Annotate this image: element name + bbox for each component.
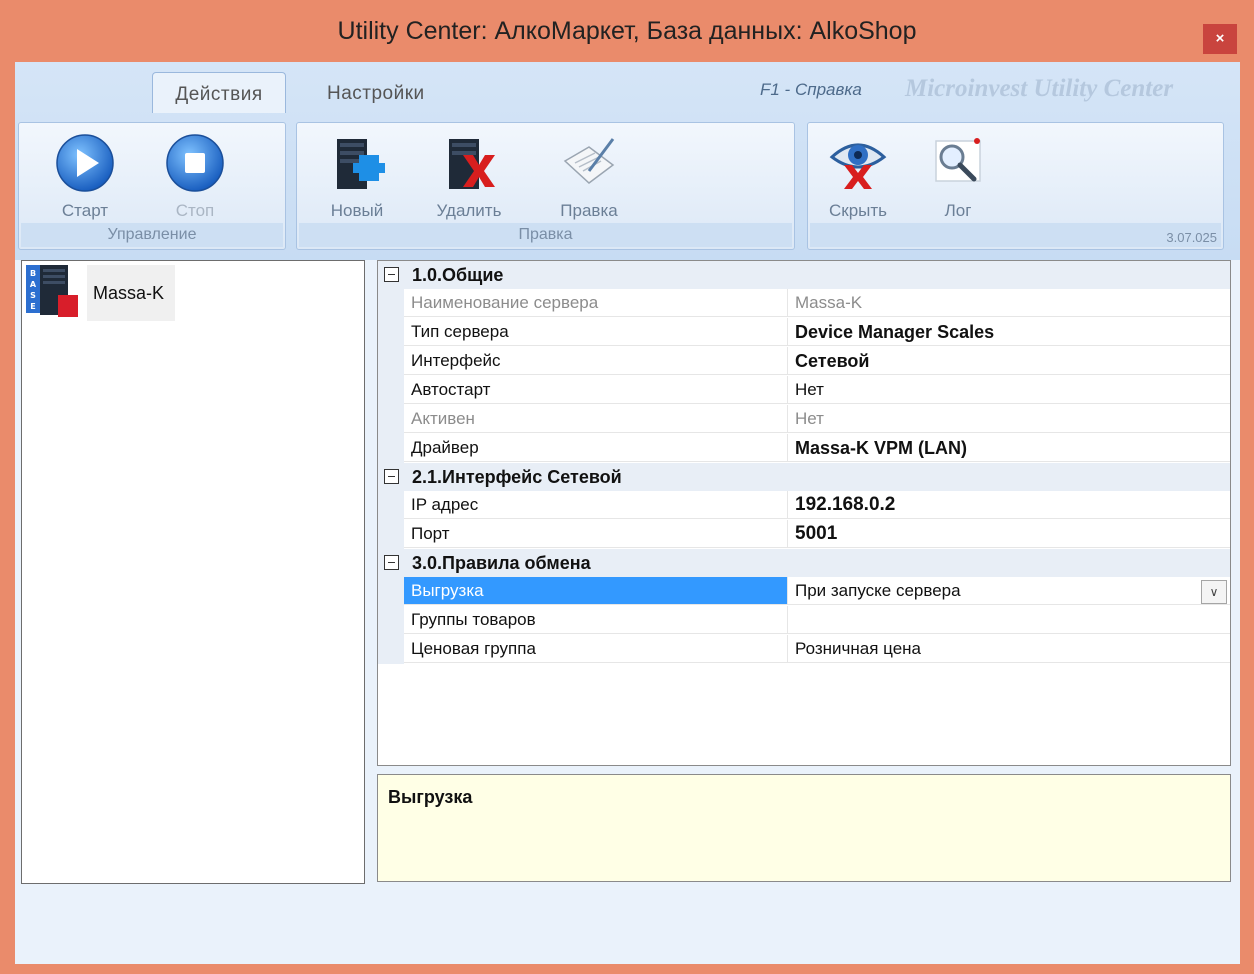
prop-value[interactable]: Massa-K VPM (LAN) (788, 434, 1230, 462)
svg-text:A: A (30, 280, 37, 289)
start-button[interactable]: Старт (55, 133, 115, 220)
ribbon-group-view: Скрыть Лог 3.07.025 (807, 122, 1224, 250)
status-bar (15, 892, 1240, 964)
server-delete-icon (449, 139, 495, 189)
prop-value[interactable]: Device Manager Scales (788, 318, 1230, 346)
prop-row-server-name[interactable]: Наименование сервера Massa-K (378, 289, 1230, 318)
prop-value: Нет (788, 405, 1230, 433)
prop-value[interactable]: Розничная цена (788, 635, 1230, 663)
group-title-control: Управление (21, 223, 283, 247)
edit-document-icon (563, 138, 615, 184)
prop-name: Наименование сервера (404, 289, 788, 317)
edit-button[interactable]: Правка (559, 133, 619, 220)
new-label: Новый (330, 201, 384, 220)
svg-text:B: B (30, 269, 36, 278)
hide-label: Скрыть (828, 201, 888, 220)
category-general[interactable]: 1.0.Общие (378, 261, 1230, 289)
collapse-icon[interactable] (384, 469, 399, 484)
prop-row-server-type[interactable]: Тип сервера Device Manager Scales (378, 318, 1230, 347)
prop-name: Драйвер (404, 434, 788, 462)
prop-name: Порт (404, 520, 788, 548)
eye-hide-icon (829, 143, 887, 189)
svg-text:S: S (30, 291, 36, 300)
category-title: 3.0.Правила обмена (412, 553, 591, 573)
collapse-icon[interactable] (384, 555, 399, 570)
prop-name: Ценовая группа (404, 635, 788, 663)
help-hint[interactable]: F1 - Справка (760, 80, 862, 100)
prop-row-product-groups[interactable]: Группы товаров (378, 606, 1230, 635)
app-window: Utility Center: АлкоМаркет, База данных:… (0, 0, 1254, 974)
group-title-edit: Правка (299, 223, 792, 247)
base-server-icon: B A S E (26, 265, 78, 317)
chevron-down-icon[interactable]: ∨ (1201, 580, 1227, 604)
new-button[interactable]: Новый (327, 133, 387, 220)
tree-item-label: Massa-K (87, 265, 175, 321)
category-exchange-rules[interactable]: 3.0.Правила обмена (378, 549, 1230, 577)
delete-button[interactable]: Удалить (437, 133, 501, 220)
client-area: Действия Настройки F1 - Справка Microinv… (15, 62, 1240, 964)
log-button[interactable]: Лог (928, 133, 988, 220)
category-title: 2.1.Интерфейс Сетевой (412, 467, 622, 487)
window-title: Utility Center: АлкоМаркет, База данных:… (337, 17, 917, 45)
property-grid[interactable]: 1.0.Общие Наименование сервера Massa-K Т… (377, 260, 1231, 766)
prop-row-port[interactable]: Порт 5001 (378, 520, 1230, 549)
prop-name: Активен (404, 405, 788, 433)
stop-button[interactable]: Стоп (165, 133, 225, 220)
prop-row-active[interactable]: Активен Нет (378, 405, 1230, 434)
play-icon (56, 134, 114, 192)
ribbon: Действия Настройки F1 - Справка Microinv… (15, 62, 1240, 260)
prop-name: Тип сервера (404, 318, 788, 346)
prop-name: Автостарт (404, 376, 788, 404)
prop-row-export[interactable]: Выгрузка При запуске сервера ∨ (378, 577, 1230, 606)
description-pane: Выгрузка (377, 774, 1231, 882)
tab-settings[interactable]: Настройки (327, 72, 457, 112)
hide-button[interactable]: Скрыть (828, 133, 888, 220)
prop-value[interactable]: 5001 (788, 520, 1230, 548)
prop-value[interactable]: 192.168.0.2 (788, 491, 1230, 519)
prop-name: Группы товаров (404, 606, 788, 634)
ribbon-group-edit: Новый Удалить Правка Правка (296, 122, 795, 250)
prop-name: IP адрес (404, 491, 788, 519)
prop-name: Выгрузка (404, 577, 788, 605)
log-label: Лог (944, 201, 972, 220)
stop-icon (166, 134, 224, 192)
start-label: Старт (61, 201, 109, 220)
prop-row-interface[interactable]: Интерфейс Сетевой (378, 347, 1230, 376)
version-label: 3.07.025 (1166, 230, 1217, 245)
prop-value[interactable]: Сетевой (788, 347, 1230, 375)
prop-row-driver[interactable]: Драйвер Massa-K VPM (LAN) (378, 434, 1230, 463)
close-button[interactable]: × (1203, 24, 1237, 54)
prop-row-autostart[interactable]: Автостарт Нет (378, 376, 1230, 405)
category-title: 1.0.Общие (412, 265, 504, 285)
tab-actions[interactable]: Действия (152, 72, 286, 113)
server-add-icon (337, 139, 385, 189)
title-bar[interactable]: Utility Center: АлкоМаркет, База данных:… (0, 0, 1254, 62)
prop-value[interactable]: При запуске сервера (788, 577, 1230, 605)
log-magnifier-icon (935, 138, 981, 182)
prop-value: Massa-K (788, 289, 1230, 317)
prop-row-ip-address[interactable]: IP адрес 192.168.0.2 (378, 491, 1230, 520)
svg-text:E: E (30, 302, 35, 311)
prop-value[interactable] (788, 606, 1230, 634)
delete-label: Удалить (436, 201, 502, 220)
category-network-interface[interactable]: 2.1.Интерфейс Сетевой (378, 463, 1230, 491)
stop-label: Стоп (175, 201, 215, 220)
group-title-view (810, 223, 1221, 247)
collapse-icon[interactable] (384, 267, 399, 282)
server-tree[interactable]: B A S E Massa-K (21, 260, 365, 884)
ribbon-group-control: Старт Стоп Управление (18, 122, 286, 250)
prop-name: Интерфейс (404, 347, 788, 375)
prop-value[interactable]: Нет (788, 376, 1230, 404)
description-title: Выгрузка (388, 787, 473, 807)
prop-row-price-group[interactable]: Ценовая группа Розничная цена (378, 635, 1230, 664)
brand-logo: Microinvest Utility Center (905, 75, 1174, 102)
edit-label: Правка (560, 201, 618, 220)
